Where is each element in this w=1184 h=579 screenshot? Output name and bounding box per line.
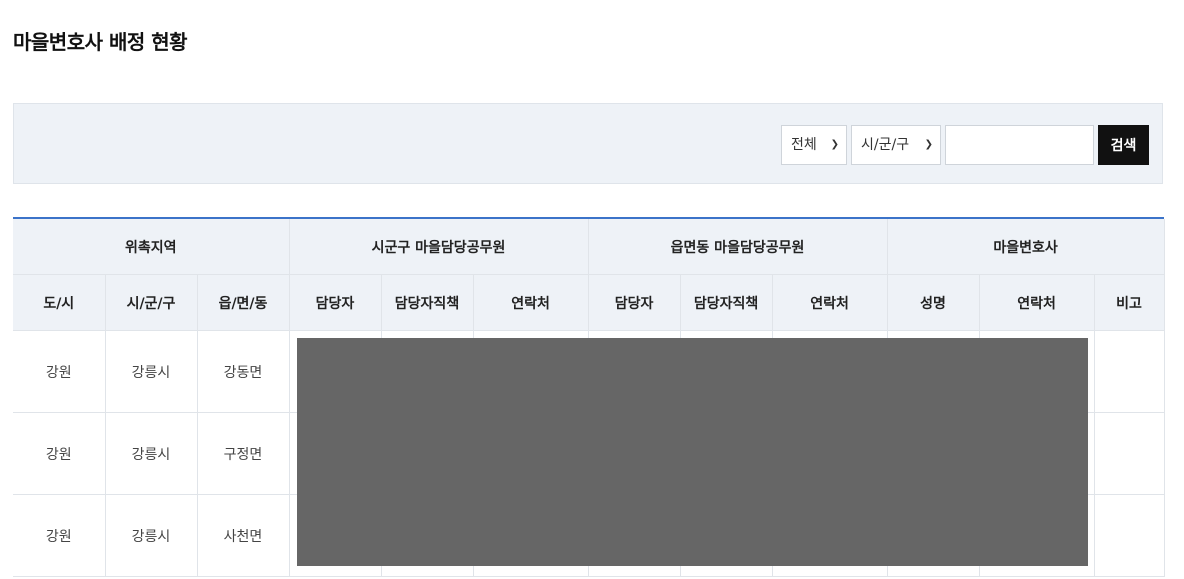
search-panel: 전체 ❯ 시/군/구 ❯ 검색 xyxy=(13,103,1163,184)
filter-city-value: 시/군/구 xyxy=(861,137,910,153)
table-cell xyxy=(1093,412,1165,495)
search-button[interactable]: 검색 xyxy=(1098,125,1149,165)
table-cell: 강동면 xyxy=(196,330,290,413)
column-header: 연락처 xyxy=(771,274,888,331)
table-cell: 강릉시 xyxy=(104,412,198,495)
table-cell: 사천면 xyxy=(196,494,290,577)
group-header-row: 위촉지역 시군구 마을담당공무원 읍면동 마을담당공무원 마을변호사 xyxy=(13,219,1165,275)
table-cell: 강릉시 xyxy=(104,494,198,577)
redaction-block xyxy=(297,338,1088,566)
column-header: 읍/면/동 xyxy=(196,274,290,331)
column-header: 시/군/구 xyxy=(104,274,198,331)
page: 마을변호사 배정 현황 전체 ❯ 시/군/구 ❯ 검색 위촉지역 시군구 마을담… xyxy=(0,0,1184,579)
chevron-down-icon: ❯ xyxy=(830,139,839,150)
table-cell: 구정면 xyxy=(196,412,290,495)
column-header: 도/시 xyxy=(13,274,106,331)
table-cell: 강원 xyxy=(13,412,106,495)
group-header-city-officer: 시군구 마을담당공무원 xyxy=(288,219,589,275)
page-title: 마을변호사 배정 현황 xyxy=(13,30,188,54)
column-header-row: 도/시 시/군/구 읍/면/동 담당자 담당자직책 연락처 담당자 담당자직책 … xyxy=(13,274,1165,331)
column-header: 담당자 xyxy=(288,274,382,331)
table-cell: 강원 xyxy=(13,330,106,413)
table-cell xyxy=(1093,330,1165,413)
table-cell: 강릉시 xyxy=(104,330,198,413)
column-header: 담당자 xyxy=(587,274,681,331)
search-input[interactable] xyxy=(945,125,1094,165)
column-header: 담당자직책 xyxy=(679,274,773,331)
column-header: 연락처 xyxy=(978,274,1095,331)
filter-all-select[interactable]: 전체 ❯ xyxy=(781,125,847,165)
column-header: 성명 xyxy=(886,274,980,331)
filter-city-select[interactable]: 시/군/구 ❯ xyxy=(851,125,941,165)
table-cell: 강원 xyxy=(13,494,106,577)
chevron-down-icon: ❯ xyxy=(924,139,933,150)
table-cell xyxy=(1093,494,1165,577)
column-header: 연락처 xyxy=(472,274,589,331)
group-header-region: 위촉지역 xyxy=(13,219,290,275)
group-header-lawyer: 마을변호사 xyxy=(886,219,1165,275)
filter-all-value: 전체 xyxy=(791,137,817,153)
column-header: 담당자직책 xyxy=(380,274,474,331)
column-header: 비고 xyxy=(1093,274,1165,331)
group-header-town-officer: 읍면동 마을담당공무원 xyxy=(587,219,888,275)
